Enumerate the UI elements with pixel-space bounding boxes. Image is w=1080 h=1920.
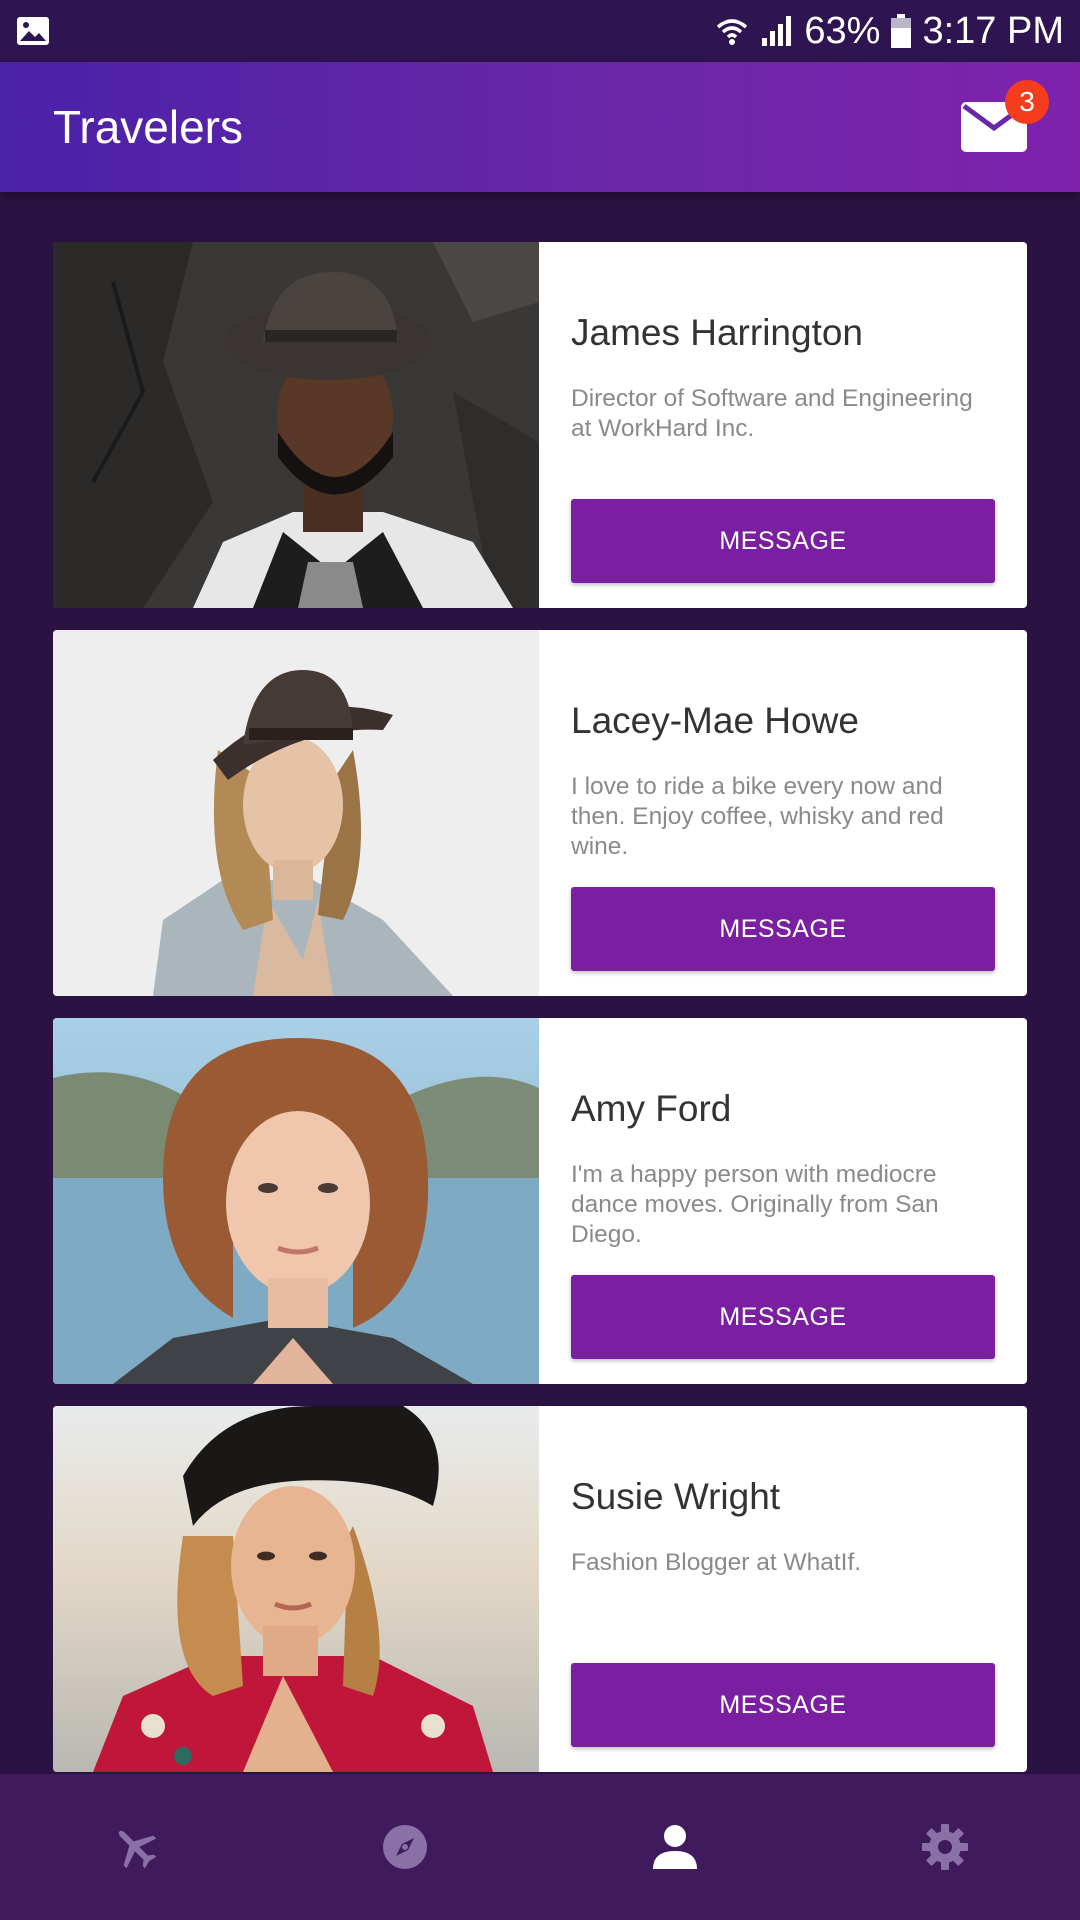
nav-settings[interactable] <box>885 1797 1005 1897</box>
signal-icon <box>760 14 794 48</box>
traveler-bio: Director of Software and Engineering at … <box>571 385 973 442</box>
traveler-card: Susie Wright Fashion Blogger at WhatIf. … <box>53 1406 1027 1772</box>
traveler-name: Amy Ford <box>571 1088 732 1129</box>
traveler-info: Susie Wright Fashion Blogger at WhatIf. … <box>539 1406 1027 1772</box>
message-button[interactable]: MESSAGE <box>571 887 995 971</box>
traveler-info: Lacey-Mae Howe I love to ride a bike eve… <box>539 630 1027 996</box>
gear-icon <box>922 1824 968 1870</box>
status-bar: 63% 3:17 PM <box>0 0 1080 62</box>
traveler-bio: I'm a happy person with mediocre dance m… <box>571 1161 939 1248</box>
person-icon <box>653 1825 697 1869</box>
traveler-name: Lacey-Mae Howe <box>571 700 859 741</box>
traveler-bio: I love to ride a bike every now and then… <box>571 773 944 860</box>
nav-travelers[interactable] <box>615 1797 735 1897</box>
traveler-card: James Harrington Director of Software an… <box>53 242 1027 608</box>
wifi-icon <box>714 13 750 49</box>
nav-flights[interactable] <box>75 1797 195 1897</box>
mail-button[interactable]: 3 <box>961 80 1049 152</box>
message-button[interactable]: MESSAGE <box>571 499 995 583</box>
traveler-photo <box>53 630 539 996</box>
traveler-photo <box>53 242 539 608</box>
airplane-icon <box>118 1830 157 1869</box>
clock: 3:17 PM <box>922 9 1064 52</box>
traveler-card: Amy Ford I'm a happy person with mediocr… <box>53 1018 1027 1384</box>
nav-explore[interactable] <box>345 1797 465 1897</box>
message-button[interactable]: MESSAGE <box>571 1275 995 1359</box>
traveler-info: Amy Ford I'm a happy person with mediocr… <box>539 1018 1027 1384</box>
traveler-name: Susie Wright <box>571 1476 781 1517</box>
traveler-photo <box>53 1018 539 1384</box>
traveler-name: James Harrington <box>571 312 864 353</box>
traveler-photo <box>53 1406 539 1772</box>
image-icon <box>16 16 50 46</box>
page-title: Travelers <box>53 101 243 153</box>
bottom-nav <box>0 1774 1080 1920</box>
travelers-list[interactable]: James Harrington Director of Software an… <box>0 192 1080 1774</box>
battery-icon <box>890 13 912 49</box>
traveler-info: James Harrington Director of Software an… <box>539 242 1027 608</box>
traveler-bio: Fashion Blogger at WhatIf. <box>571 1549 862 1576</box>
compass-icon <box>383 1825 427 1869</box>
app-bar: Travelers 3 <box>0 62 1080 192</box>
notification-badge: 3 <box>1005 80 1049 124</box>
message-button[interactable]: MESSAGE <box>571 1663 995 1747</box>
traveler-card: Lacey-Mae Howe I love to ride a bike eve… <box>53 630 1027 996</box>
battery-percent: 63% <box>804 9 881 52</box>
